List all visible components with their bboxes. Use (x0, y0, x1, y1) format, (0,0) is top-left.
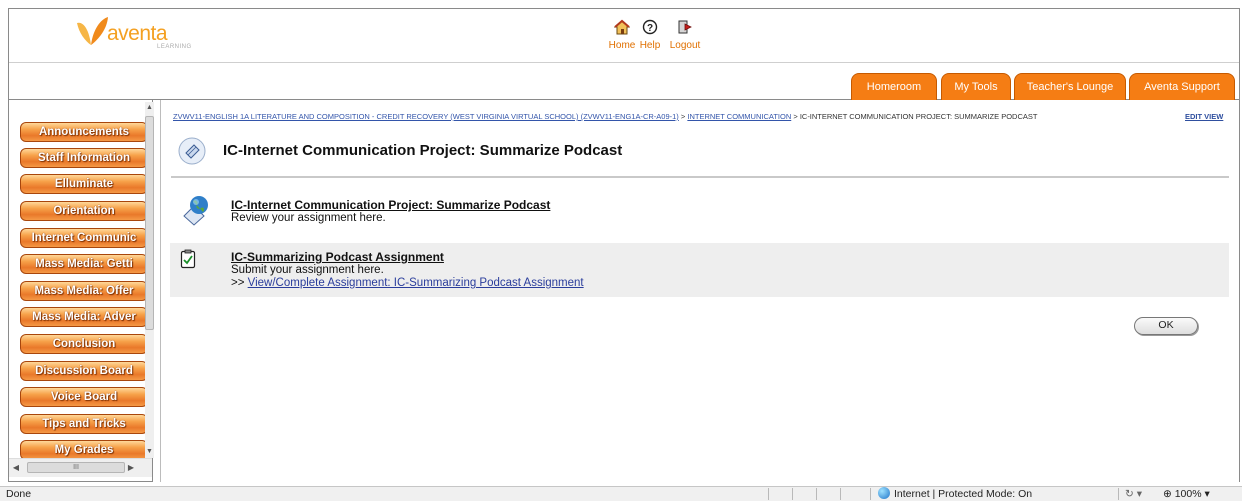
logo-leaf-icon (77, 17, 108, 45)
content-item: IC-Internet Communication Project: Summa… (170, 196, 1229, 236)
content-folder-icon (178, 137, 206, 165)
assignment-description: Submit your assignment here. (231, 264, 384, 276)
header-divider (9, 62, 1239, 63)
menu-mass-media-advertising[interactable]: Mass Media: Adver (20, 307, 148, 327)
menu-mass-media-getting[interactable]: Mass Media: Getti (20, 254, 148, 274)
protected-mode-toggle-icon[interactable]: ↻ ▾ (1125, 487, 1142, 501)
logout-label: Logout (669, 40, 701, 51)
scrollbar-thumb[interactable] (145, 116, 154, 330)
edit-view-link[interactable]: EDIT VIEW (1185, 112, 1223, 121)
home-label: Home (608, 40, 636, 51)
status-separator (1118, 488, 1119, 500)
menu-tips-and-tricks[interactable]: Tips and Tricks (20, 414, 148, 434)
menu-elluminate[interactable]: Elluminate (20, 174, 148, 194)
view-complete-assignment-link[interactable]: View/Complete Assignment: IC-Summarizing… (248, 277, 584, 289)
scroll-up-arrow-icon[interactable]: ▲ (145, 102, 154, 114)
security-zone-label: Internet | Protected Mode: On (894, 488, 1033, 500)
breadcrumb-course-link[interactable]: ZVWV11-ENGLISH 1A LITERATURE AND COMPOSI… (173, 112, 679, 121)
breadcrumb: ZVWV11-ENGLISH 1A LITERATURE AND COMPOSI… (173, 112, 1173, 121)
aventa-logo[interactable]: aventa LEARNING (75, 15, 191, 53)
menu-my-grades[interactable]: My Grades (20, 440, 148, 460)
header: aventa LEARNING Home ? Help Logout Homer… (8, 8, 1240, 100)
status-separator (768, 488, 769, 500)
content-area: ZVWV11-ENGLISH 1A LITERATURE AND COMPOSI… (160, 100, 1240, 482)
page-title: IC-Internet Communication Project: Summa… (223, 142, 623, 159)
title-divider (171, 176, 1229, 178)
home-icon (614, 19, 630, 35)
status-text: Done (6, 488, 32, 500)
breadcrumb-section-link[interactable]: INTERNET COMMUNICATION (687, 112, 791, 121)
status-separator (816, 488, 817, 500)
menu-mass-media-offer[interactable]: Mass Media: Offer (20, 281, 148, 301)
menu-internet-communication[interactable]: Internet Communic (20, 228, 148, 248)
svg-text:?: ? (647, 23, 653, 34)
help-label: Help (639, 40, 661, 51)
tab-teachers-lounge[interactable]: Teacher's Lounge (1014, 73, 1126, 100)
breadcrumb-current: IC-INTERNET COMMUNICATION PROJECT: SUMMA… (799, 112, 1038, 121)
sidebar-vertical-scrollbar[interactable]: ▲ ▼ (145, 102, 154, 458)
menu-orientation[interactable]: Orientation (20, 201, 148, 221)
ok-button[interactable]: OK (1134, 317, 1198, 335)
tab-my-tools[interactable]: My Tools (941, 73, 1011, 100)
home-link[interactable]: Home (605, 19, 639, 52)
assignment-link-row: >> View/Complete Assignment: IC-Summariz… (231, 277, 584, 289)
assignment-item: IC-Summarizing Podcast Assignment Submit… (170, 243, 1229, 297)
scroll-down-arrow-icon[interactable]: ▼ (145, 446, 154, 458)
internet-globe-icon (878, 487, 890, 499)
logout-link[interactable]: Logout (665, 19, 705, 52)
tab-homeroom[interactable]: Homeroom (851, 73, 937, 100)
assignment-title-link[interactable]: IC-Summarizing Podcast Assignment (231, 250, 444, 264)
security-zone[interactable]: Internet | Protected Mode: On (878, 487, 1032, 501)
status-separator (792, 488, 793, 500)
content-item-title-link[interactable]: IC-Internet Communication Project: Summa… (231, 198, 550, 212)
tab-aventa-support[interactable]: Aventa Support (1129, 73, 1235, 100)
breadcrumb-separator: > (791, 112, 800, 121)
help-link[interactable]: ? Help (635, 19, 665, 52)
assignment-clipboard-icon (180, 249, 196, 269)
menu-announcements[interactable]: Announcements (20, 122, 148, 142)
sidebar-horizontal-scrollbar[interactable]: ◀ III ▶ (9, 458, 152, 477)
top-nav: Home ? Help Logout (605, 19, 715, 59)
content-item-description: Review your assignment here. (231, 212, 386, 224)
logo-subtext: LEARNING (157, 44, 192, 50)
logout-icon (678, 20, 692, 34)
course-menu: Announcements Staff Information Ellumina… (8, 100, 154, 482)
web-link-globe-icon (183, 196, 208, 226)
scroll-right-arrow-icon[interactable]: ▶ (124, 459, 138, 477)
menu-discussion-board[interactable]: Discussion Board (20, 361, 148, 381)
browser-status-bar: Done Internet | Protected Mode: On ↻ ▾ ⊕… (0, 486, 1242, 501)
menu-staff-information[interactable]: Staff Information (20, 148, 148, 168)
menu-voice-board[interactable]: Voice Board (20, 387, 148, 407)
zoom-level-control[interactable]: ⊕ 100% ▾ (1163, 487, 1210, 501)
status-separator (870, 488, 871, 500)
help-icon: ? (642, 19, 658, 35)
scroll-left-arrow-icon[interactable]: ◀ (9, 459, 23, 477)
status-separator (840, 488, 841, 500)
link-prefix: >> (231, 277, 248, 289)
logo-wordmark: aventa (107, 22, 168, 45)
menu-conclusion[interactable]: Conclusion (20, 334, 148, 354)
horizontal-scrollbar-thumb[interactable]: III (27, 462, 125, 473)
